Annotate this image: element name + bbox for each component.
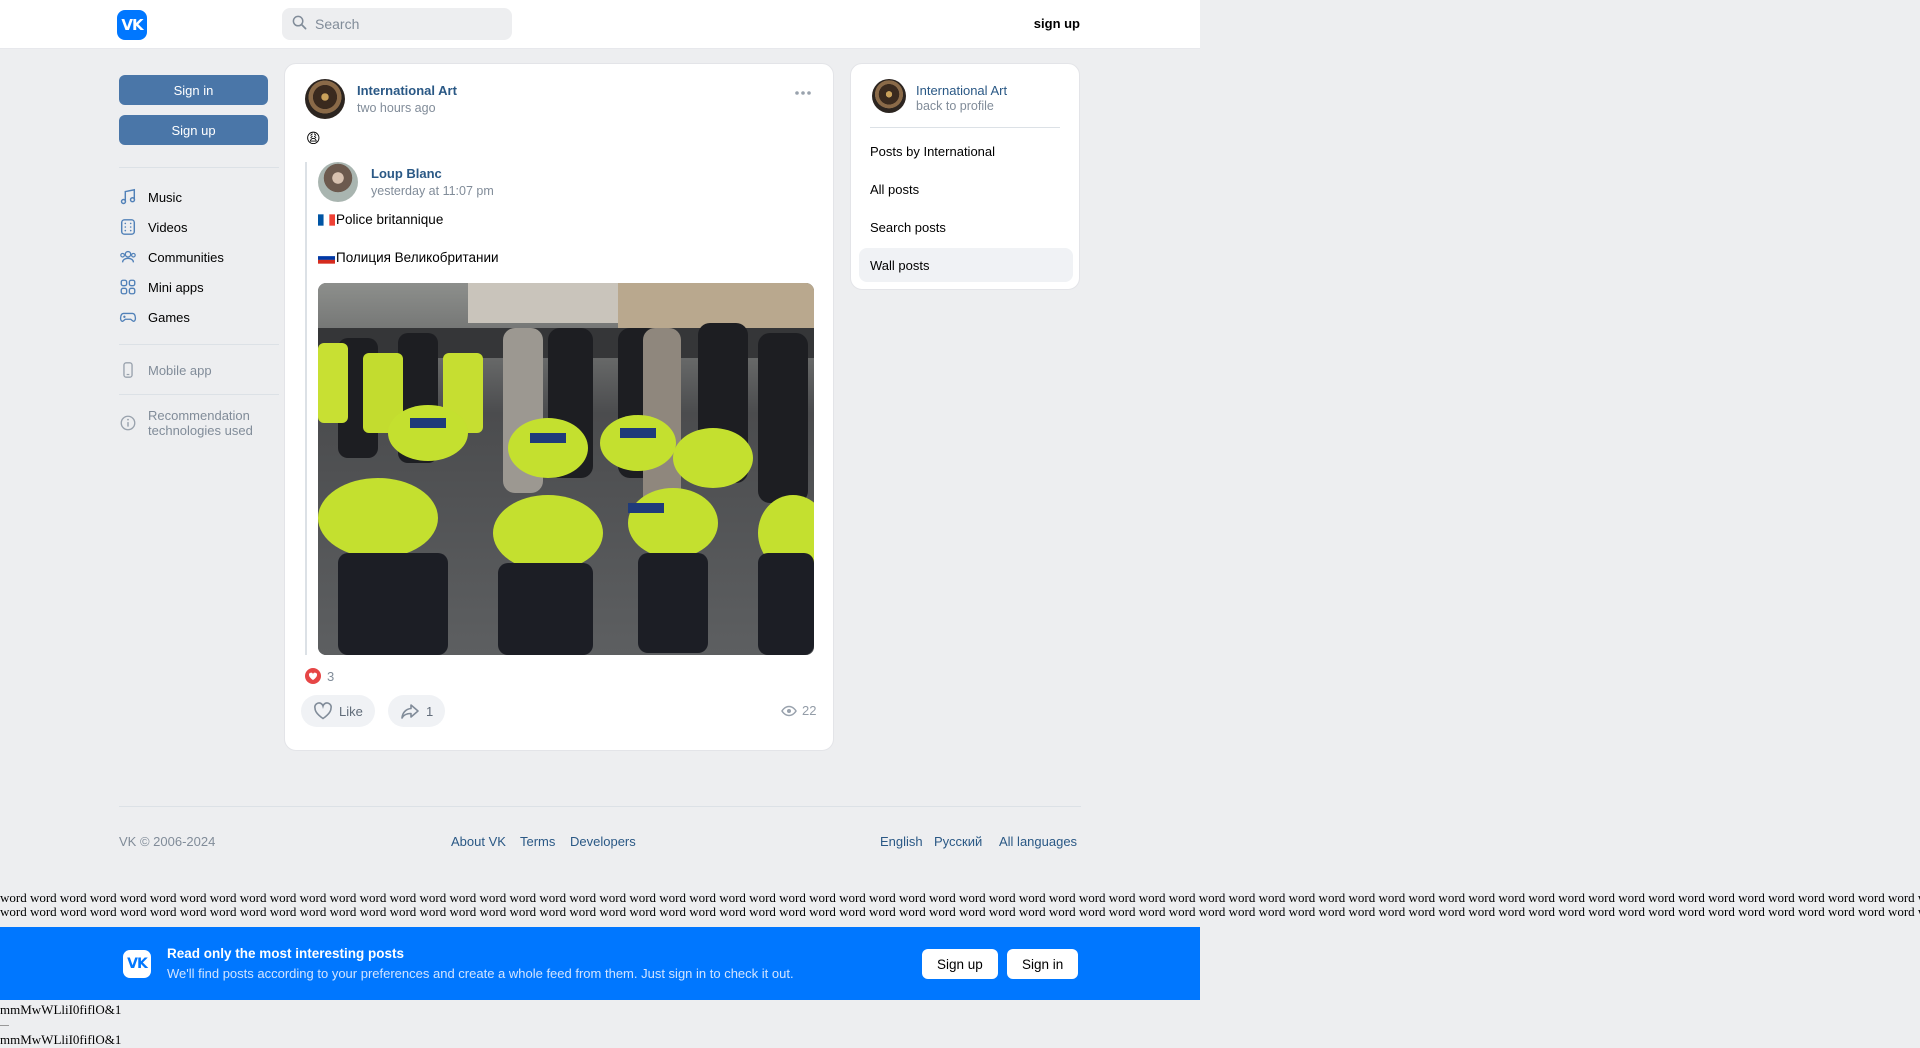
filler-text-block: word word word word word word word word … <box>0 891 1920 919</box>
recommendation-line: technologies used <box>148 423 253 438</box>
posts-by-author-link[interactable]: Posts by International <box>870 144 995 159</box>
wall-posts-link[interactable]: Wall posts <box>870 258 929 273</box>
profile-nav-panel: International Art back to profile Posts … <box>850 63 1080 290</box>
divider-mark <box>0 1025 9 1026</box>
post-text-line: Police britannique <box>318 212 443 227</box>
sidebar-item-music[interactable]: Music <box>119 185 182 209</box>
music-icon <box>120 188 136 205</box>
post-author-link[interactable]: International Art <box>357 83 457 98</box>
like-label: Like <box>339 703 363 719</box>
panel-divider <box>870 127 1060 128</box>
views-value: 22 <box>802 703 817 718</box>
view-count: 22 <box>781 703 816 718</box>
sidebar-divider <box>119 394 279 395</box>
share-count: 1 <box>426 703 434 719</box>
filler-row: word word word word word word word word … <box>0 891 1920 905</box>
profile-avatar[interactable] <box>872 79 906 113</box>
wall-post: International Art two hours ago 😩 Loup B… <box>284 63 834 751</box>
font-test-text: mmMwWLliI0fiflO&1 <box>0 1032 122 1047</box>
banner-subtitle: We'll find posts according to your prefe… <box>167 966 794 981</box>
vk-logo[interactable]: VK <box>117 10 147 40</box>
banner-sign-in-button[interactable]: Sign in <box>1007 949 1079 979</box>
search-box[interactable] <box>282 8 512 40</box>
back-to-profile-link[interactable]: back to profile <box>916 99 994 113</box>
video-icon <box>120 219 136 235</box>
author-avatar[interactable] <box>305 79 345 119</box>
mini-apps-icon <box>120 279 136 295</box>
banner-sign-up-button[interactable]: Sign up <box>922 949 998 979</box>
gamepad-icon <box>119 312 137 322</box>
info-icon <box>120 415 136 431</box>
repost-indicator <box>305 162 307 655</box>
font-test-text: mmMwWLliI0fiflO&1 <box>0 1002 122 1017</box>
footer-about-link[interactable]: About VK <box>451 834 506 849</box>
reaction-summary[interactable]: 3 <box>305 668 334 684</box>
recommendation-line: Recommendation <box>148 408 250 423</box>
footer-copyright: VK © 2006-2024 <box>119 834 216 849</box>
heart-icon <box>314 702 332 720</box>
banner-title: Read only the most interesting posts <box>167 946 405 961</box>
sign-in-button[interactable]: Sign in <box>119 75 268 105</box>
post-text-line: Полиция Великобритании <box>318 250 499 265</box>
sidebar-item-recommendations[interactable]: Recommendation technologies used <box>119 408 253 440</box>
france-flag-icon <box>318 213 335 226</box>
sidebar-item-mini-apps[interactable]: Mini apps <box>119 275 204 299</box>
header-signup-link[interactable]: sign up <box>1020 16 1080 31</box>
share-icon <box>401 704 419 719</box>
heart-reaction-icon <box>305 668 321 684</box>
sidebar-item-label: Videos <box>148 219 188 235</box>
sidebar-item-label: Communities <box>148 249 224 265</box>
footer-divider <box>119 806 1081 807</box>
search-input[interactable] <box>315 16 495 32</box>
phone-icon <box>123 362 133 378</box>
more-options-icon[interactable] <box>793 88 813 98</box>
vk-logo: VK <box>123 950 151 978</box>
sidebar-item-label: Mobile app <box>148 362 212 378</box>
like-button[interactable]: Like <box>301 695 375 727</box>
sidebar-item-videos[interactable]: Videos <box>119 215 188 239</box>
post-photo[interactable] <box>318 283 814 655</box>
russia-flag-icon <box>318 251 335 264</box>
footer-all-languages[interactable]: All languages <box>999 834 1077 849</box>
search-posts-link[interactable]: Search posts <box>870 220 946 235</box>
repost-time[interactable]: yesterday at 11:07 pm <box>371 184 494 198</box>
profile-name-link[interactable]: International Art <box>916 83 1007 98</box>
photo-illustration <box>318 283 814 655</box>
reaction-count: 3 <box>327 668 335 684</box>
footer-lang-english[interactable]: English <box>880 834 923 849</box>
post-text-ru: Полиция Великобритании <box>336 250 499 265</box>
all-posts-link[interactable]: All posts <box>870 182 919 197</box>
sidebar-item-mobile-app[interactable]: Mobile app <box>119 358 212 382</box>
repost-author-avatar[interactable] <box>318 162 358 202</box>
sidebar-item-games[interactable]: Games <box>119 305 190 329</box>
post-time[interactable]: two hours ago <box>357 101 436 115</box>
communities-icon <box>120 250 136 263</box>
eye-icon <box>781 705 797 716</box>
sidebar-item-label: Games <box>148 309 190 325</box>
search-icon <box>292 15 307 33</box>
share-button[interactable]: 1 <box>388 695 446 727</box>
sidebar-divider <box>119 167 279 168</box>
filler-row: word word word word word word word word … <box>0 904 1920 919</box>
footer-terms-link[interactable]: Terms <box>520 834 555 849</box>
repost-author-link[interactable]: Loup Blanc <box>371 166 442 181</box>
sidebar-item-label: Mini apps <box>148 279 204 295</box>
signup-promo-banner: VK Read only the most interesting posts … <box>0 927 1200 1000</box>
footer-developers-link[interactable]: Developers <box>570 834 636 849</box>
sidebar-item-label: Music <box>148 189 182 205</box>
top-header: VK sign up <box>0 0 1200 49</box>
sidebar-item-communities[interactable]: Communities <box>119 245 224 269</box>
footer-lang-russian[interactable]: Русский <box>934 834 982 849</box>
sign-up-button[interactable]: Sign up <box>119 115 268 145</box>
post-text-fr: Police britannique <box>336 212 444 227</box>
sidebar-divider <box>119 344 279 345</box>
post-emoji: 😩 <box>306 130 321 146</box>
